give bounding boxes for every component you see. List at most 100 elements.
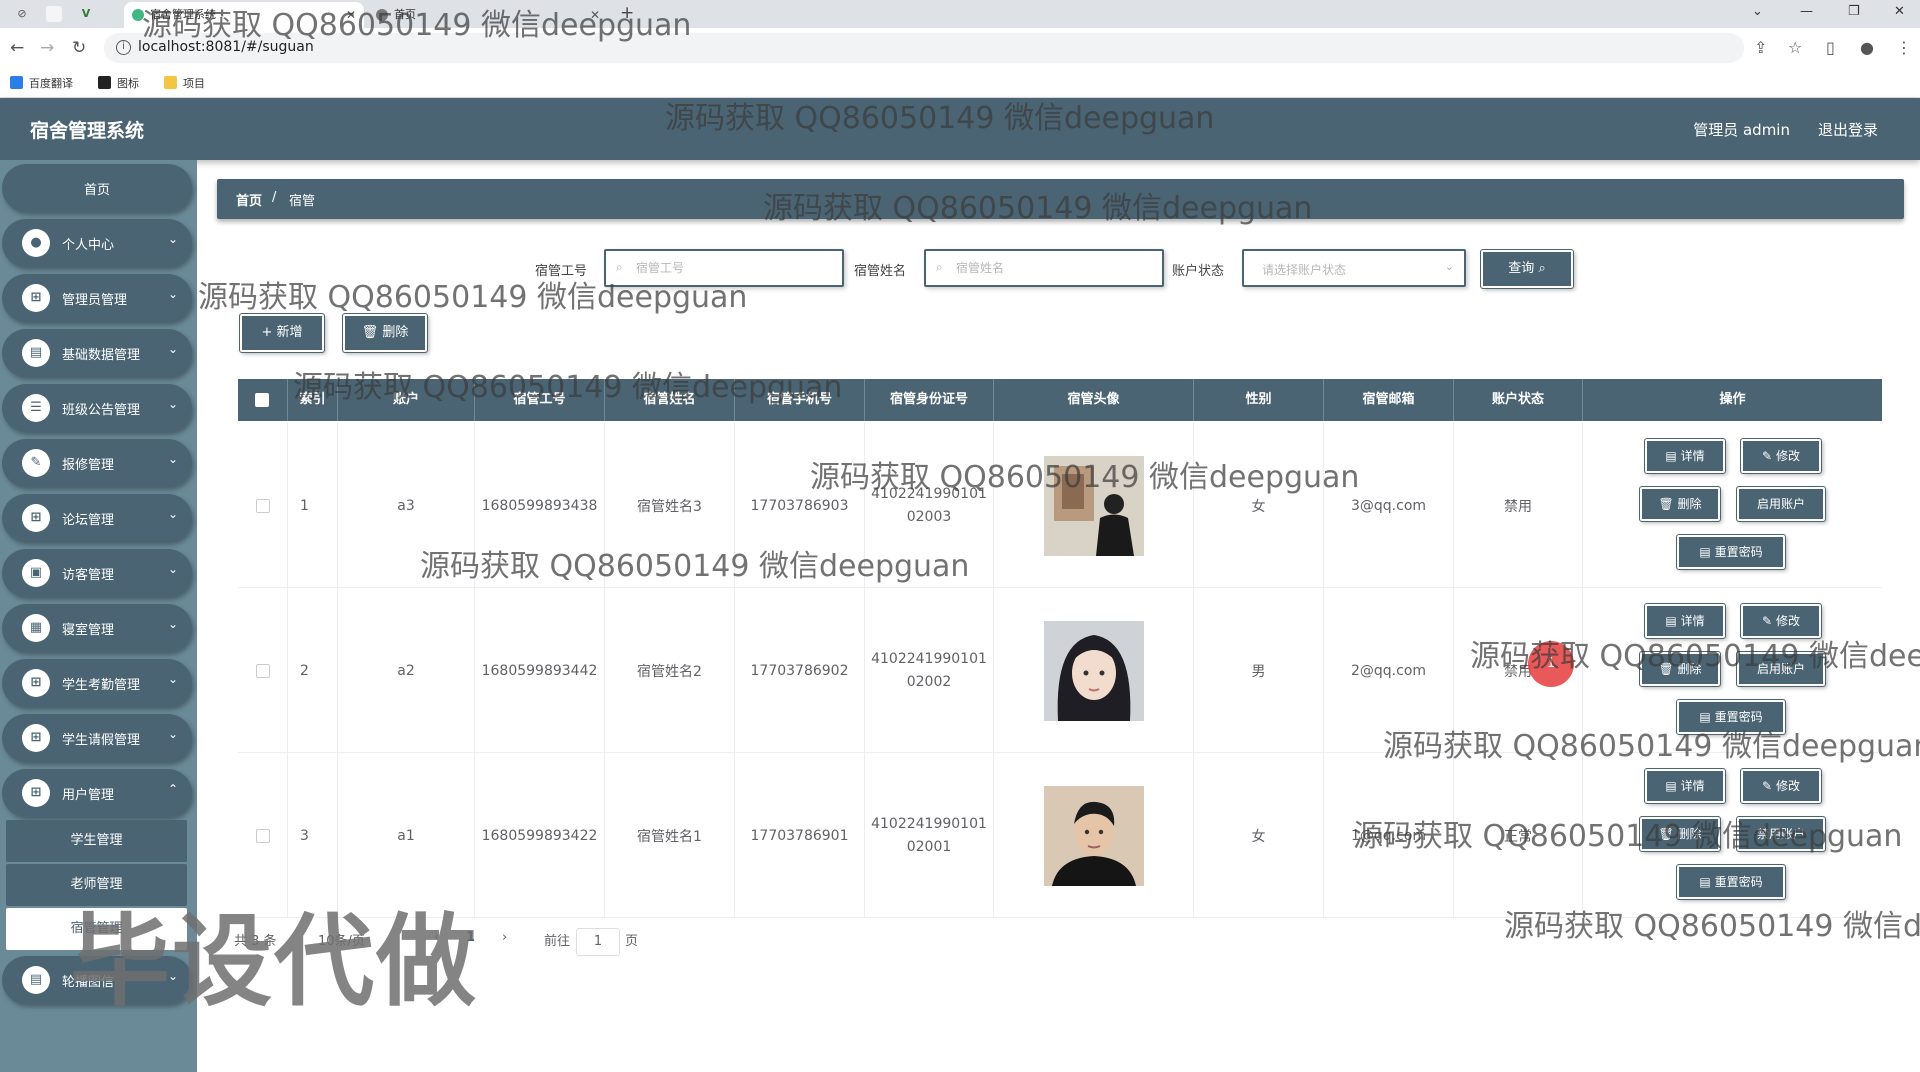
- sidebar-item-dorm[interactable]: ▦ 寝室管理 ⌄: [2, 604, 192, 652]
- chevron-down-icon: ⌄: [167, 507, 178, 521]
- sidebar-item-basedata[interactable]: ▤ 基础数据管理 ⌄: [2, 329, 192, 377]
- delete-button[interactable]: 🗑 删除: [1639, 486, 1721, 522]
- row-checkbox[interactable]: [255, 828, 270, 843]
- idcard-cell: 4102241990101 02002: [865, 588, 994, 753]
- logout-link[interactable]: 退出登录: [1818, 119, 1878, 140]
- sidebar-item-forum[interactable]: ⊞ 论坛管理 ⌄: [2, 494, 192, 542]
- sidebar-item-repair[interactable]: ✎ 报修管理 ⌄: [2, 439, 192, 487]
- row-select-cell: [238, 423, 288, 588]
- reset-password-button[interactable]: ▤ 重置密码: [1676, 864, 1786, 900]
- profile-icon[interactable]: ●: [1860, 38, 1874, 57]
- sidebar-item-admin[interactable]: ⊞ 管理员管理 ⌄: [2, 274, 192, 322]
- search-icon: ⌕: [936, 260, 943, 274]
- chevron-down-icon: ⌄: [1444, 260, 1454, 273]
- actions-cell: ▤ 详情 ✎ 修改 🗑 删除 启用账户 ▤ 重置密码: [1583, 423, 1882, 588]
- close-window-button[interactable]: ✕: [1894, 4, 1905, 19]
- pinned-tab-vue[interactable]: V: [78, 6, 94, 22]
- pager-goto-suffix: 页: [625, 934, 639, 949]
- pinned-tab-blank[interactable]: [46, 6, 62, 22]
- info-icon[interactable]: i: [116, 40, 131, 55]
- add-button[interactable]: + 新增: [239, 313, 325, 353]
- minimize-button[interactable]: —: [1800, 4, 1813, 19]
- watermark-text: 源码获取 QQ86050149 微信deepguan: [665, 101, 1215, 136]
- pager-next-icon[interactable]: ›: [502, 930, 507, 945]
- pencil-icon: ✎: [1762, 614, 1773, 628]
- breadcrumb-home[interactable]: 首页: [236, 190, 262, 209]
- chevron-down-icon: ⌄: [167, 397, 178, 411]
- sidebar-item-personal[interactable]: ● 个人中心 ⌄: [2, 219, 192, 267]
- avatar-image[interactable]: [1043, 785, 1144, 886]
- status-select[interactable]: 请选择账户状态 ⌄: [1242, 249, 1466, 287]
- row-checkbox[interactable]: [255, 663, 270, 678]
- avatar-cell: [994, 753, 1194, 918]
- chevron-down-icon: ⌄: [167, 287, 178, 301]
- sidebar-item-attendance[interactable]: ⊞ 学生考勤管理 ⌄: [2, 659, 192, 707]
- detail-button[interactable]: ▤ 详情: [1644, 768, 1726, 804]
- share-icon[interactable]: ⇪: [1754, 38, 1767, 57]
- avatar-cell: [994, 588, 1194, 753]
- watermark-text: 源码获取 QQ86050149 微信deepguan: [1353, 819, 1903, 854]
- back-icon[interactable]: ←: [10, 38, 24, 58]
- enable-account-button[interactable]: 启用账户: [1736, 486, 1826, 522]
- chevron-down-icon: ⌄: [167, 232, 178, 246]
- grid-icon: ⊞: [22, 724, 50, 752]
- select-all-checkbox[interactable]: [255, 393, 269, 407]
- pinned-tab-icon[interactable]: ⊘: [14, 6, 30, 22]
- grid-icon: ⊞: [22, 669, 50, 697]
- tab-search-icon[interactable]: ⌄: [1752, 4, 1763, 19]
- search-icon: ⌕: [1538, 261, 1546, 276]
- watermark-text: 源码获取 QQ86050149 微信deepguan: [420, 549, 970, 584]
- sidebar-item-leave[interactable]: ⊞ 学生请假管理 ⌄: [2, 714, 192, 762]
- bookmark-translate[interactable]: 百度翻译: [10, 75, 73, 91]
- sidebar-item-notice[interactable]: ☰ 班级公告管理 ⌄: [2, 384, 192, 432]
- current-user: 管理员 admin: [1693, 121, 1790, 139]
- reset-password-button[interactable]: ▤ 重置密码: [1676, 534, 1786, 570]
- star-icon[interactable]: ☆: [1788, 38, 1802, 57]
- row-checkbox[interactable]: [255, 498, 270, 513]
- watermark-text: 源码获取 QQ86050149 微信deepguan: [1470, 639, 1920, 674]
- delete-selected-button[interactable]: 🗑 删除: [342, 313, 428, 353]
- restore-button[interactable]: ❐: [1848, 4, 1860, 19]
- edit-button[interactable]: ✎ 修改: [1740, 768, 1822, 804]
- sidebar-item-users[interactable]: ⊞ 用户管理 ⌃: [2, 769, 192, 817]
- column-header: 宿管邮箱: [1324, 379, 1454, 421]
- idcard-cell: 4102241990101 02001: [865, 753, 994, 918]
- menu-icon[interactable]: ⋮: [1896, 38, 1912, 57]
- row-select-cell: [238, 588, 288, 753]
- building-icon: ▦: [22, 614, 50, 642]
- bookmark-project[interactable]: 项目: [164, 75, 205, 91]
- pager-goto-input[interactable]: 1: [576, 928, 620, 956]
- avatar-image[interactable]: [1043, 620, 1144, 721]
- doc-icon: ▤: [1699, 875, 1711, 889]
- sidebar-item-home[interactable]: 首页: [2, 164, 192, 212]
- email-cell: 3@qq.com: [1324, 423, 1454, 588]
- sidebar-item-visitor[interactable]: ▣ 访客管理 ⌄: [2, 549, 192, 597]
- detail-button[interactable]: ▤ 详情: [1644, 438, 1726, 474]
- image-icon: [98, 76, 111, 89]
- edit-button[interactable]: ✎ 修改: [1740, 438, 1822, 474]
- translate-icon: [10, 76, 23, 89]
- chevron-down-icon: ⌄: [167, 452, 178, 466]
- trash-icon: 🗑: [361, 325, 379, 340]
- grid-icon: ⊞: [22, 504, 50, 532]
- column-header: 性别: [1194, 379, 1324, 421]
- name-field[interactable]: ⌕: [924, 249, 1164, 287]
- reload-icon[interactable]: ↻: [72, 38, 86, 58]
- submenu-student[interactable]: 学生管理: [6, 820, 187, 862]
- chevron-down-icon: ⌄: [167, 617, 178, 631]
- avatar-cell: [994, 423, 1194, 588]
- bookmark-icons[interactable]: 图标: [98, 75, 139, 91]
- grid-icon: ⊞: [22, 779, 50, 807]
- name-cell: 宿管姓名2: [605, 588, 735, 753]
- sidepanel-icon[interactable]: ▯: [1826, 38, 1835, 57]
- trash-icon: 🗑: [1658, 497, 1674, 511]
- name-input[interactable]: [956, 257, 1136, 279]
- folder-icon: [164, 76, 177, 89]
- doc-icon: ▤: [1665, 449, 1677, 463]
- search-button[interactable]: 查询 ⌕: [1480, 249, 1574, 289]
- chevron-down-icon: ⌄: [167, 562, 178, 576]
- pencil-icon: ✎: [1762, 779, 1773, 793]
- index-cell: 1: [288, 423, 338, 588]
- chevron-down-icon: ⌄: [167, 727, 178, 741]
- forward-icon[interactable]: →: [40, 38, 54, 58]
